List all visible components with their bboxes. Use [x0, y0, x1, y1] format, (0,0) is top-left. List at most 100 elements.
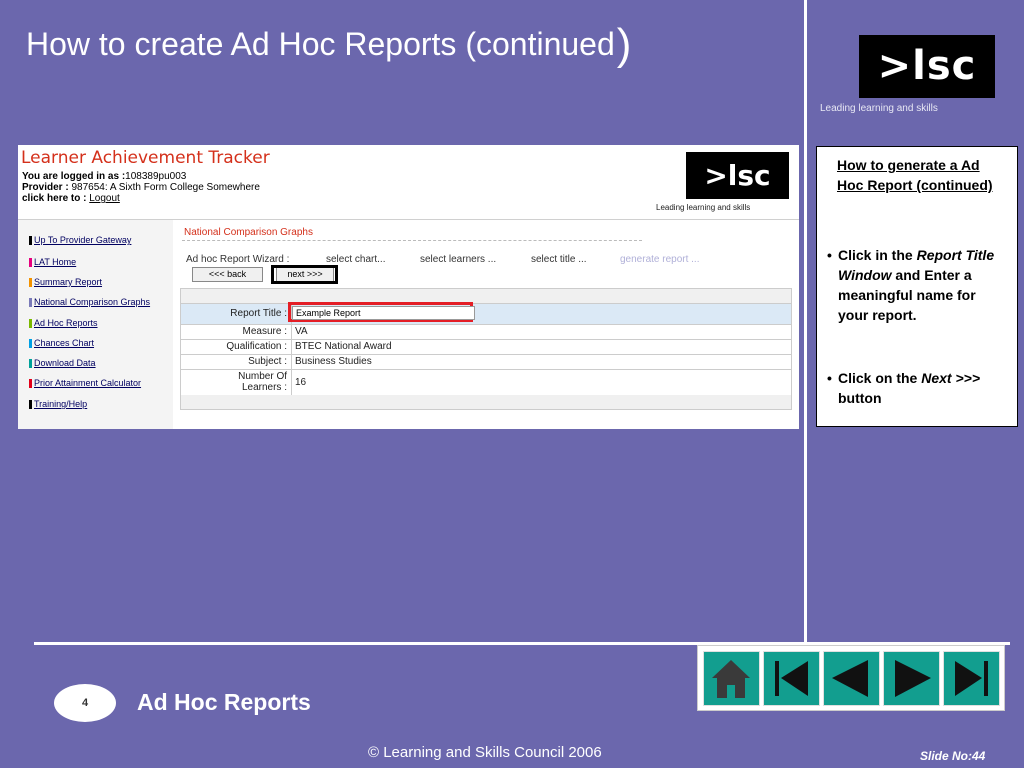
sidebar-item-label: National Comparison Graphs [34, 297, 151, 307]
form-value: 16 [295, 377, 307, 388]
logged-in-label: You are logged in as : [22, 171, 126, 182]
lsc-logo-text: >lsc [877, 43, 977, 89]
form-separator [291, 370, 292, 395]
sidebar-item-summary-report[interactable]: Summary Report [29, 277, 103, 287]
sidebar-item-label: Download Data [34, 358, 96, 368]
sidebar-item-label: Chances Chart [34, 338, 95, 348]
note-heading: How to generate a Ad Hoc Report (continu… [837, 157, 993, 193]
provider-line: Provider : 987654: A Sixth Form College … [22, 182, 260, 193]
sidebar-item-provider-gateway[interactable]: Up To Provider Gateway [29, 235, 132, 245]
copyright: © Learning and Skills Council 2006 [368, 744, 602, 761]
slide-title-text: How to create Ad Hoc Reports (continued [26, 26, 615, 62]
form-row-qualification: Qualification : BTEC National Award [181, 339, 791, 354]
heading-rule [182, 240, 642, 241]
sidebar-item-national-comparison[interactable]: National Comparison Graphs [29, 297, 151, 307]
sidebar-item-label: LAT Home [34, 257, 77, 267]
form-label: Qualification : [226, 341, 287, 352]
form-value: BTEC National Award [295, 341, 392, 352]
previous-slide-icon [832, 660, 868, 697]
report-title-input[interactable] [292, 306, 475, 320]
previous-slide-button[interactable] [823, 651, 880, 706]
last-slide-button[interactable] [943, 651, 1000, 706]
instruction-note: How to generate a Ad Hoc Report (continu… [816, 146, 1018, 427]
sidebar-item-training-help[interactable]: Training/Help [29, 399, 88, 409]
provider-label: Provider : [22, 182, 69, 193]
report-form: Report Title : Measure : VA Qualificatio… [180, 288, 792, 410]
slide-title-paren: ) [616, 20, 632, 69]
app-sidebar: Up To Provider Gateway LAT Home Summary … [18, 220, 173, 429]
sidebar-marker [29, 339, 32, 348]
form-label: Number Of [238, 371, 287, 382]
slide-number: Slide No:44 [920, 749, 986, 763]
lsc-logo-tagline: Leading learning and skills [820, 103, 938, 114]
sidebar-marker [29, 278, 32, 287]
sidebar-marker [29, 319, 32, 328]
sidebar-marker [29, 236, 32, 245]
form-value: Business Studies [295, 356, 372, 367]
sidebar-item-ad-hoc-reports[interactable]: Ad Hoc Reports [29, 318, 98, 328]
app-title: Learner Achievement Tracker [21, 148, 270, 168]
logout-link[interactable]: Logout [89, 193, 120, 204]
vertical-divider [804, 0, 807, 643]
page-heading: National Comparison Graphs [184, 227, 313, 238]
sidebar-marker [29, 359, 32, 368]
note-text: button [838, 390, 882, 406]
form-label: Subject : [248, 356, 287, 367]
form-label: Measure : [242, 326, 287, 337]
note-text: Click in the [838, 247, 917, 263]
bullet-dot-icon: • [827, 370, 832, 386]
sidebar-marker [29, 258, 32, 267]
sidebar-item-label: Prior Attainment Calculator [34, 378, 142, 388]
slide-nav-bar [697, 645, 1005, 711]
sidebar-item-lat-home[interactable]: LAT Home [29, 257, 77, 267]
home-icon [712, 660, 750, 698]
first-slide-button[interactable] [763, 651, 820, 706]
wizard-step-title[interactable]: select title ... [531, 254, 587, 265]
last-slide-icon [955, 661, 988, 696]
next-slide-button[interactable] [883, 651, 940, 706]
sidebar-marker [29, 400, 32, 409]
app-lsc-logo: >lsc [686, 152, 789, 199]
sidebar-marker [29, 298, 32, 307]
wizard-step-learners[interactable]: select learners ... [420, 254, 496, 265]
form-row-measure: Measure : VA [181, 324, 791, 339]
report-title-highlight [288, 302, 475, 322]
sidebar-item-chances-chart[interactable]: Chances Chart [29, 338, 95, 348]
app-lsc-logo-text: >lsc [704, 159, 771, 192]
note-bullet-1-text: Click in the Report Title Window and Ent… [838, 245, 1008, 325]
sidebar-item-label: Summary Report [34, 277, 103, 287]
logged-in-line: You are logged in as :108389pu003 [22, 171, 186, 182]
form-value: VA [295, 326, 308, 337]
back-button[interactable]: <<< back [192, 267, 263, 282]
form-label-line2: Learners : [241, 382, 287, 393]
wizard-label: Ad hoc Report Wizard : [186, 254, 290, 265]
sidebar-item-label: Ad Hoc Reports [34, 318, 98, 328]
wizard-step-generate: generate report ... [620, 254, 700, 265]
first-slide-icon [775, 661, 808, 696]
home-button[interactable] [703, 651, 760, 706]
app-lsc-tagline: Leading learning and skills [656, 203, 751, 212]
note-text: Click on the [838, 370, 922, 386]
app-screenshot: Learner Achievement Tracker You are logg… [18, 145, 799, 429]
slide-title: How to create Ad Hoc Reports (continued) [26, 16, 632, 69]
note-bullet-2-text: Click on the Next >>> button [838, 368, 1008, 408]
section-title: Ad Hoc Reports [137, 689, 311, 715]
wizard-step-chart[interactable]: select chart... [326, 254, 385, 265]
lsc-logo: >lsc [859, 35, 995, 98]
form-row-report-title: Report Title : [181, 303, 791, 324]
form-separator [291, 355, 292, 369]
form-separator [291, 340, 292, 354]
note-emphasis: Next >>> [921, 370, 980, 386]
form-label: Report Title : [230, 308, 287, 319]
logged-in-value: 108389pu003 [125, 171, 187, 182]
sidebar-item-label: Up To Provider Gateway [34, 235, 132, 245]
next-button-highlight [271, 265, 338, 284]
sidebar-item-label: Training/Help [34, 399, 88, 409]
next-slide-icon [895, 660, 931, 697]
provider-value: 987654: A Sixth Form College Somewhere [71, 182, 260, 193]
sidebar-item-download-data[interactable]: Download Data [29, 358, 96, 368]
form-row-number-of-learners: Number Of Learners : 16 [181, 369, 791, 395]
sidebar-item-prior-attainment[interactable]: Prior Attainment Calculator [29, 378, 142, 388]
section-number-badge: 4 [54, 684, 116, 722]
click-label: click here to : [22, 193, 87, 204]
